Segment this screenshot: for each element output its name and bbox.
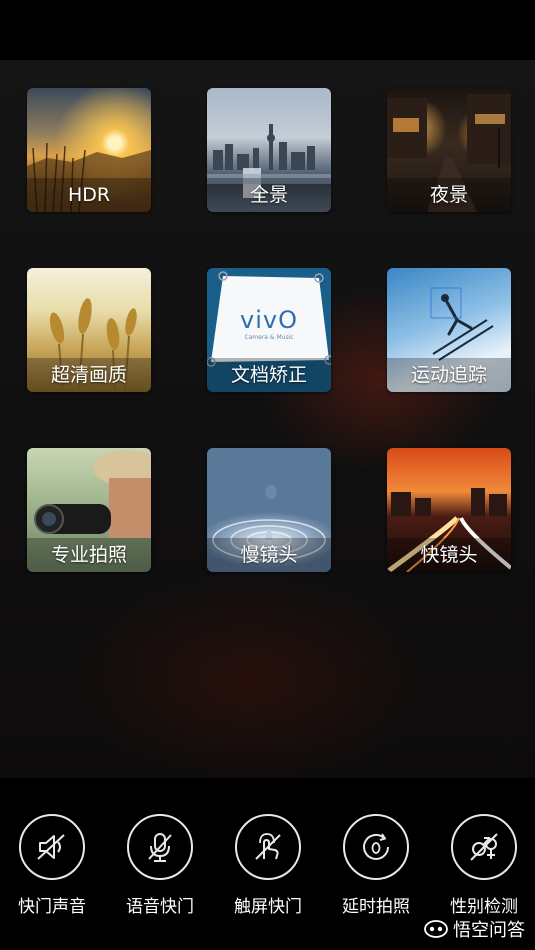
mode-tile-night[interactable]: 夜景: [387, 88, 511, 212]
mode-tile-panorama[interactable]: 全景: [207, 88, 331, 212]
voice-shutter-toggle[interactable]: [127, 814, 193, 880]
option-label: 触屏快门: [234, 897, 302, 917]
option-gender-detect[interactable]: 性别检测: [439, 814, 529, 917]
mode-tile-doc-correct[interactable]: vivO Camera & Music 文档矫正: [207, 268, 331, 392]
vivo-tagline: Camera & Music: [244, 334, 294, 341]
microphone-off-icon: [148, 833, 172, 862]
mode-label: 快镜头: [420, 544, 478, 566]
option-label: 性别检测: [450, 897, 518, 917]
mode-tile-fast-motion[interactable]: 快镜头: [387, 448, 511, 572]
option-timer[interactable]: 延时拍照: [331, 814, 421, 917]
timer-icon: [363, 833, 389, 860]
timer-toggle[interactable]: [343, 814, 409, 880]
mode-tile-pro-photo[interactable]: 专业拍照: [27, 448, 151, 572]
option-voice-shutter[interactable]: 语音快门: [115, 814, 205, 917]
settings-bar: 快门声音 语音快门 触屏快门 延时拍照 性别检测 悟空问答: [0, 778, 535, 950]
mode-label: 超清画质: [50, 364, 127, 386]
option-label: 语音快门: [126, 897, 194, 917]
mode-label: 运动追踪: [410, 364, 487, 386]
speaker-muted-icon: [37, 834, 65, 860]
wukong-logo-icon: [424, 920, 448, 938]
mode-grid: HDR 全景 夜景 超清画质 vivO Camera & Music 文档矫正 …: [0, 60, 535, 778]
mode-tile-slow-motion[interactable]: 慢镜头: [207, 448, 331, 572]
mode-tile-motion-track[interactable]: 运动追踪: [387, 268, 511, 392]
shutter-sound-toggle[interactable]: [19, 814, 85, 880]
mode-label: 全景: [249, 184, 288, 206]
gender-off-icon: [470, 833, 498, 861]
gender-detect-toggle[interactable]: [451, 814, 517, 880]
mode-tile-hdr[interactable]: HDR: [27, 88, 151, 212]
top-bar: [0, 0, 535, 60]
option-label: 延时拍照: [342, 897, 410, 917]
mode-label: HDR: [67, 184, 111, 206]
option-label: 快门声音: [18, 897, 86, 917]
option-shutter-sound[interactable]: 快门声音: [7, 814, 97, 917]
mode-label: 夜景: [429, 184, 468, 206]
touch-shutter-toggle[interactable]: [235, 814, 301, 880]
vivo-logo: vivO: [240, 306, 298, 334]
watermark: 悟空问答: [424, 916, 525, 942]
touch-off-icon: [255, 833, 281, 860]
mode-label: 慢镜头: [240, 544, 298, 566]
mode-tile-ultra-hd[interactable]: 超清画质: [27, 268, 151, 392]
watermark-text: 悟空问答: [453, 920, 525, 941]
option-touch-shutter[interactable]: 触屏快门: [223, 814, 313, 917]
mode-label: 文档矫正: [230, 364, 307, 386]
mode-label: 专业拍照: [50, 544, 127, 566]
